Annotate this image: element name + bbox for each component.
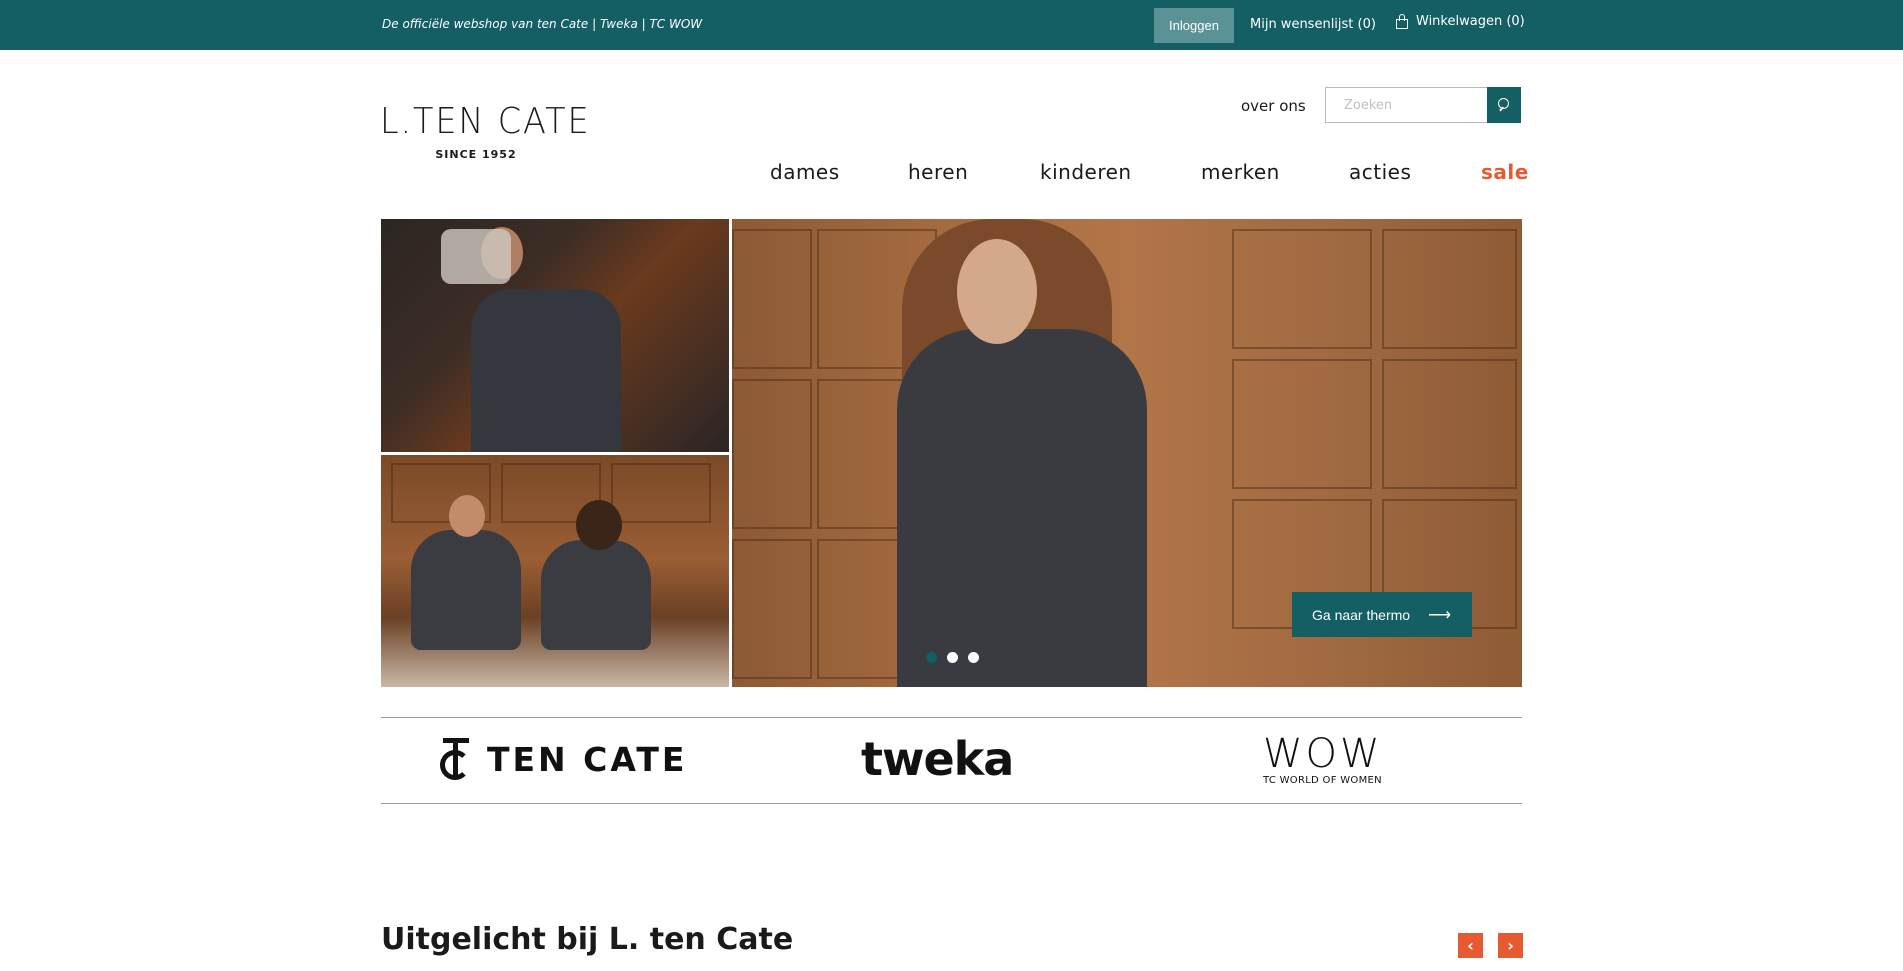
featured-next-button[interactable]: › xyxy=(1498,933,1523,958)
drawer xyxy=(732,229,812,369)
kid-head-1 xyxy=(449,495,485,537)
kid-figure-2 xyxy=(541,540,651,650)
cart-link[interactable]: Winkelwagen (0) xyxy=(1396,14,1525,29)
search-icon xyxy=(1497,98,1511,112)
wishlist-link[interactable]: Mijn wensenlijst (0) xyxy=(1250,17,1376,32)
shopping-bag-icon xyxy=(1396,14,1408,29)
drawer xyxy=(611,463,711,523)
model-head xyxy=(957,239,1037,344)
nav-item-dames[interactable]: dames xyxy=(770,160,840,184)
nav-item-acties[interactable]: acties xyxy=(1349,160,1411,184)
shop-tagline: De officiële webshop van ten Cate | Twek… xyxy=(382,17,703,31)
ten-cate-logo[interactable]: TEN CATE xyxy=(439,736,687,782)
nav-item-heren[interactable]: heren xyxy=(908,160,968,184)
drawer xyxy=(1232,229,1372,349)
drawer xyxy=(732,539,812,679)
cta-label: Ga naar thermo xyxy=(1312,606,1411,623)
search-input[interactable] xyxy=(1326,88,1487,122)
tc-wow-logo[interactable]: WOW TC WORLD OF WOMEN xyxy=(1263,734,1383,786)
top-bar: De officiële webshop van ten Cate | Twek… xyxy=(0,0,1903,50)
drawer xyxy=(1382,359,1517,489)
wow-logo-text: WOW xyxy=(1263,731,1383,777)
nav-item-kinderen[interactable]: kinderen xyxy=(1040,160,1132,184)
featured-prev-button[interactable]: ‹ xyxy=(1458,933,1483,958)
men-figure xyxy=(471,289,621,452)
pillow xyxy=(441,229,511,284)
tweka-logo[interactable]: tweka xyxy=(861,732,1014,786)
carousel-dot-2[interactable] xyxy=(947,652,958,663)
featured-title: Uitgelicht bij L. ten Cate xyxy=(381,922,794,957)
brand-strip: TEN CATE tweka WOW TC WORLD OF WOMEN xyxy=(381,717,1522,804)
carousel-dots xyxy=(926,652,979,663)
model-figure xyxy=(897,329,1147,687)
go-to-thermo-button[interactable]: Ga naar thermo ⟶ xyxy=(1292,592,1472,637)
nav-item-merken[interactable]: merken xyxy=(1201,160,1280,184)
kid-head-2 xyxy=(576,500,622,550)
cart-label: Winkelwagen (0) xyxy=(1416,14,1525,29)
ten-cate-logo-text: TEN CATE xyxy=(487,739,688,779)
hero-tile-men[interactable] xyxy=(381,219,729,452)
main-nav: dames heren kinderen merken acties sale xyxy=(0,160,1903,190)
hero-tile-kids[interactable] xyxy=(381,455,729,687)
site-logo[interactable]: L.TEN CATE SINCE 1952 xyxy=(380,101,591,162)
logo-brand: L.TEN CATE xyxy=(380,101,591,142)
wow-logo-subtext: TC WORLD OF WOMEN xyxy=(1263,775,1382,786)
drawer xyxy=(1232,359,1372,489)
kid-figure-1 xyxy=(411,530,521,650)
arrow-right-icon: ⟶ xyxy=(1428,606,1451,624)
about-link[interactable]: over ons xyxy=(1241,97,1306,115)
drawer xyxy=(732,379,812,529)
nav-item-sale[interactable]: sale xyxy=(1481,160,1529,184)
carousel-dot-3[interactable] xyxy=(968,652,979,663)
search-box xyxy=(1325,87,1521,123)
ten-cate-mark-icon xyxy=(439,736,473,782)
hero-banner: Ga naar thermo ⟶ xyxy=(381,219,1522,687)
drawer xyxy=(1382,229,1517,349)
search-button[interactable] xyxy=(1487,87,1521,123)
login-button[interactable]: Inloggen xyxy=(1154,8,1234,43)
carousel-dot-1[interactable] xyxy=(926,652,937,663)
